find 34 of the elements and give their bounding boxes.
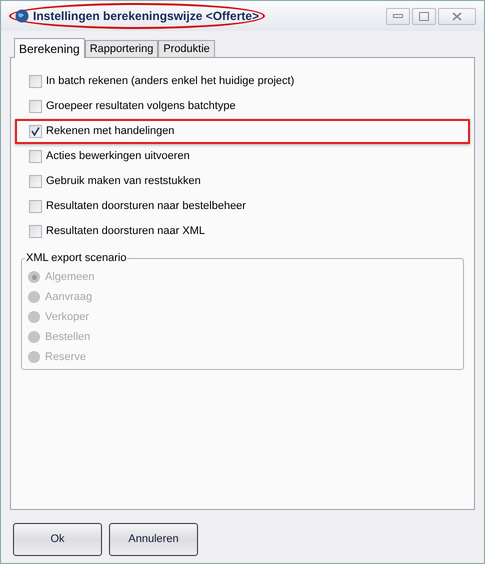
dialog-button[interactable]: Ok [13,523,102,556]
checkbox-label: Resultaten doorsturen naar bestelbeheer [46,199,246,214]
checkbox[interactable] [29,100,42,113]
checkbox[interactable] [29,150,42,163]
check-icon [31,127,40,136]
checkbox-label: Acties bewerkingen uitvoeren [46,149,190,164]
maximize-button[interactable] [412,8,436,24]
radio-label: Verkoper [45,310,90,325]
dialog-button[interactable]: Annuleren [109,523,198,556]
group-title: XML export scenario [25,251,128,265]
checkbox-label: In batch rekenen (anders enkel het huidige project) [46,74,294,90]
window-title: Instellingen berekeningswijze <Offerte> [33,8,260,25]
minimize-icon [393,14,403,18]
checkbox-label: Rekenen met handelingen [46,124,174,140]
checkbox[interactable] [29,175,42,188]
tab[interactable]: Produktie [158,40,215,57]
radio-label: Algemeen [45,270,95,285]
minimize-button[interactable] [386,8,410,24]
tab[interactable]: Berekening [14,38,85,58]
checkbox[interactable] [29,200,42,213]
checkbox-label: Gebruik maken van reststukken [46,174,201,190]
checkbox-label: Groepeer resultaten volgens batchtype [46,99,236,114]
checkbox-label: Resultaten doorsturen naar XML [46,224,205,240]
close-button[interactable] [438,8,476,24]
close-icon [452,12,462,20]
globe-icon [15,9,29,23]
checkbox[interactable] [29,75,42,88]
maximize-icon [419,12,429,20]
radio-label: Bestellen [45,330,90,345]
radio-label: Reserve [45,350,86,365]
checkbox[interactable] [29,125,42,138]
tab[interactable]: Rapportering [84,40,158,57]
radio-label: Aanvraag [45,290,92,305]
checkbox[interactable] [29,225,42,238]
